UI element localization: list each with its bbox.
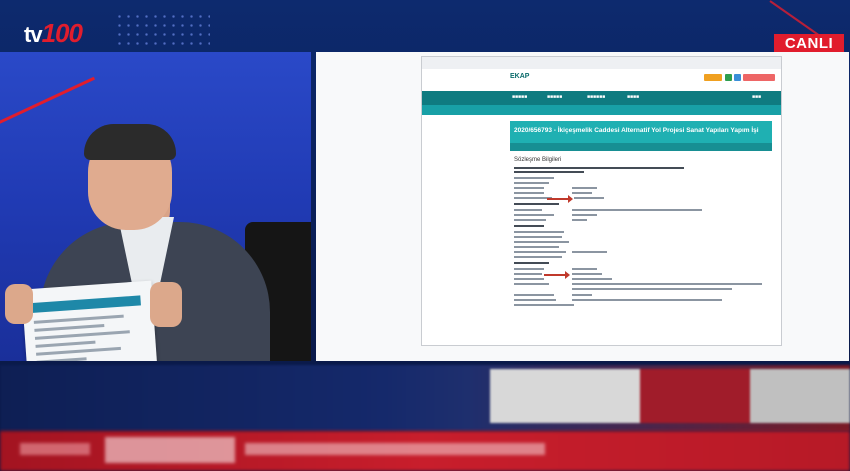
header-button	[725, 74, 732, 81]
ticker-block	[750, 369, 850, 423]
doc-line	[572, 294, 592, 296]
doc-line	[572, 209, 702, 211]
nav-item: ■■■■	[627, 94, 640, 100]
doc-line	[514, 177, 554, 179]
screen-share-panel: EKAP ■■■■■ ■■■■■ ■■■■■■ ■■■■ ■■■ 2020/65…	[316, 52, 849, 361]
printout-line	[34, 330, 130, 340]
doc-line	[572, 219, 587, 221]
section-heading: Sözleşme Bilgileri	[514, 157, 562, 163]
doc-line	[514, 225, 544, 227]
doc-line	[514, 187, 544, 189]
decorative-red-line	[0, 76, 96, 131]
doc-line	[514, 167, 684, 169]
printout-line	[36, 346, 122, 356]
nav-item: ■■■■■	[547, 94, 563, 100]
channel-logo: tv100	[24, 18, 83, 49]
doc-line	[514, 294, 554, 296]
doc-line	[572, 251, 607, 253]
speaker-hair	[84, 124, 176, 160]
doc-line	[514, 236, 562, 238]
doc-line	[572, 299, 722, 301]
doc-line	[574, 197, 604, 199]
printout-header-bar	[30, 295, 141, 314]
doc-line	[514, 251, 566, 253]
tender-title: 2020/656793 - İkiçeşmelik Caddesi Altern…	[514, 127, 759, 134]
channel-logo-prefix: tv	[24, 22, 43, 47]
printout-line	[35, 340, 96, 348]
doc-line	[514, 231, 564, 233]
doc-line	[572, 214, 597, 216]
doc-line	[514, 256, 562, 258]
red-annotation-arrow	[544, 271, 570, 279]
ticker-label	[105, 437, 235, 463]
doc-line	[514, 273, 542, 275]
nav-item: ■■■■■	[512, 94, 528, 100]
ticker-text	[245, 443, 545, 455]
doc-line	[514, 219, 546, 221]
doc-line	[514, 262, 549, 264]
doc-line	[572, 268, 597, 270]
red-annotation-arrow	[547, 195, 573, 203]
doc-line	[514, 246, 559, 248]
doc-line	[572, 278, 612, 280]
live-badge: CANLI	[774, 34, 844, 53]
header-button	[743, 74, 775, 81]
site-main-nav: ■■■■■ ■■■■■ ■■■■■■ ■■■■ ■■■	[422, 91, 781, 105]
held-document-printout	[21, 280, 159, 361]
doc-line	[514, 182, 549, 184]
doc-line	[572, 273, 602, 275]
doc-line	[514, 283, 549, 285]
printout-line	[33, 314, 124, 324]
left-hand	[5, 284, 33, 324]
tender-webpage-screenshot: EKAP ■■■■■ ■■■■■ ■■■■■■ ■■■■ ■■■ 2020/65…	[421, 56, 782, 346]
nav-item: ■■■■■■	[587, 94, 606, 100]
doc-line	[572, 192, 592, 194]
site-logo: EKAP	[510, 73, 530, 80]
doc-line	[514, 299, 556, 301]
decorative-dot-grid	[115, 12, 210, 50]
doc-line	[572, 187, 597, 189]
doc-line	[514, 241, 569, 243]
site-sub-nav	[422, 105, 781, 115]
camera-feed-panel	[0, 52, 311, 361]
doc-line	[514, 214, 554, 216]
tender-tabs	[510, 143, 772, 151]
news-ticker-bar	[0, 431, 850, 471]
channel-logo-number: 100	[41, 18, 83, 48]
ticker-block	[640, 369, 750, 423]
header-button	[704, 74, 722, 81]
doc-line	[514, 304, 574, 306]
doc-line	[572, 283, 762, 285]
printout-line	[36, 357, 87, 361]
lower-third-band	[0, 365, 850, 431]
doc-line	[572, 288, 732, 290]
doc-line	[514, 171, 584, 173]
doc-line	[514, 268, 544, 270]
right-hand	[150, 282, 182, 327]
doc-line	[514, 192, 544, 194]
header-button	[734, 74, 741, 81]
printout-line	[34, 323, 105, 332]
doc-line	[514, 209, 542, 211]
doc-line	[514, 278, 544, 280]
nav-item: ■■■	[752, 94, 762, 100]
doc-line	[514, 203, 559, 205]
ticker-block	[490, 369, 640, 423]
tender-title-bar: 2020/656793 - İkiçeşmelik Caddesi Altern…	[510, 121, 772, 151]
ticker-block	[20, 443, 90, 455]
